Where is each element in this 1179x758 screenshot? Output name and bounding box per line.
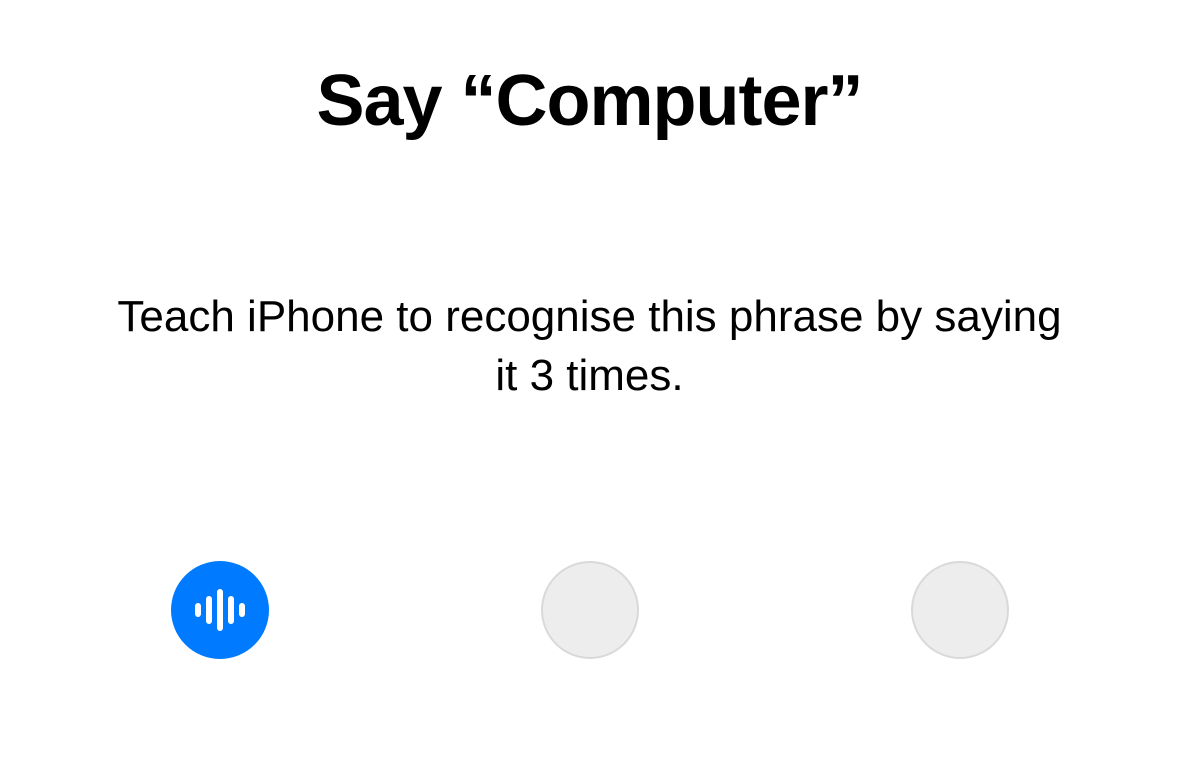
progress-step-1-active xyxy=(171,561,269,659)
progress-step-3-inactive xyxy=(911,561,1009,659)
progress-step-2-inactive xyxy=(541,561,639,659)
waveform-icon xyxy=(195,589,245,631)
progress-indicators xyxy=(0,561,1179,659)
instruction-text: Teach iPhone to recognise this phrase by… xyxy=(115,287,1065,406)
page-title: Say “Computer” xyxy=(316,60,862,142)
